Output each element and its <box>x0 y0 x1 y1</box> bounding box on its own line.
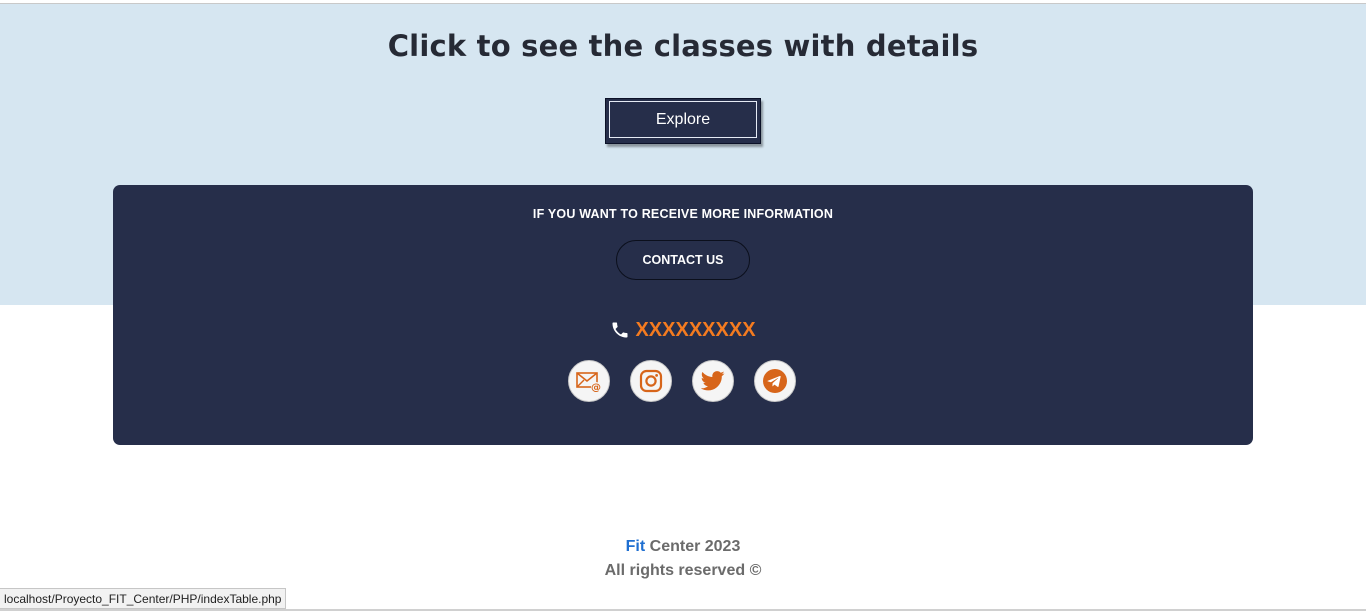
footer-copyright: Fit Center 2023 <box>0 538 1366 556</box>
email-link[interactable]: @ <box>568 360 610 402</box>
hero-title: Click to see the classes with details <box>387 29 979 63</box>
footer-line1-text: Center 2023 <box>645 538 741 555</box>
phone-number-link[interactable]: XXXXXXXXX <box>635 319 755 342</box>
twitter-icon <box>701 371 725 391</box>
phone-icon <box>612 322 628 338</box>
footer-rights: All rights reserved © <box>604 562 762 579</box>
email-icon: @ <box>576 372 601 394</box>
social-links: @ <box>568 360 798 403</box>
explore-button-label: Explore <box>609 101 757 138</box>
contact-info-card: IF YOU WANT TO RECEIVE MORE INFORMATION … <box>113 185 1253 445</box>
svg-text:@: @ <box>591 383 601 394</box>
footer-brand: Fit <box>625 538 646 555</box>
telegram-link[interactable] <box>754 360 796 402</box>
twitter-link[interactable] <box>692 360 734 402</box>
instagram-icon <box>639 369 663 393</box>
phone-row: XXXXXXXXX <box>113 318 1253 342</box>
browser-status-url: localhost/Proyecto_FIT_Center/PHP/indexT… <box>0 588 287 609</box>
info-heading: IF YOU WANT TO RECEIVE MORE INFORMATION <box>532 207 834 221</box>
contact-us-button[interactable]: CONTACT US <box>616 240 750 280</box>
telegram-icon <box>763 369 787 393</box>
instagram-link[interactable] <box>630 360 672 402</box>
explore-button[interactable]: Explore <box>605 98 761 144</box>
